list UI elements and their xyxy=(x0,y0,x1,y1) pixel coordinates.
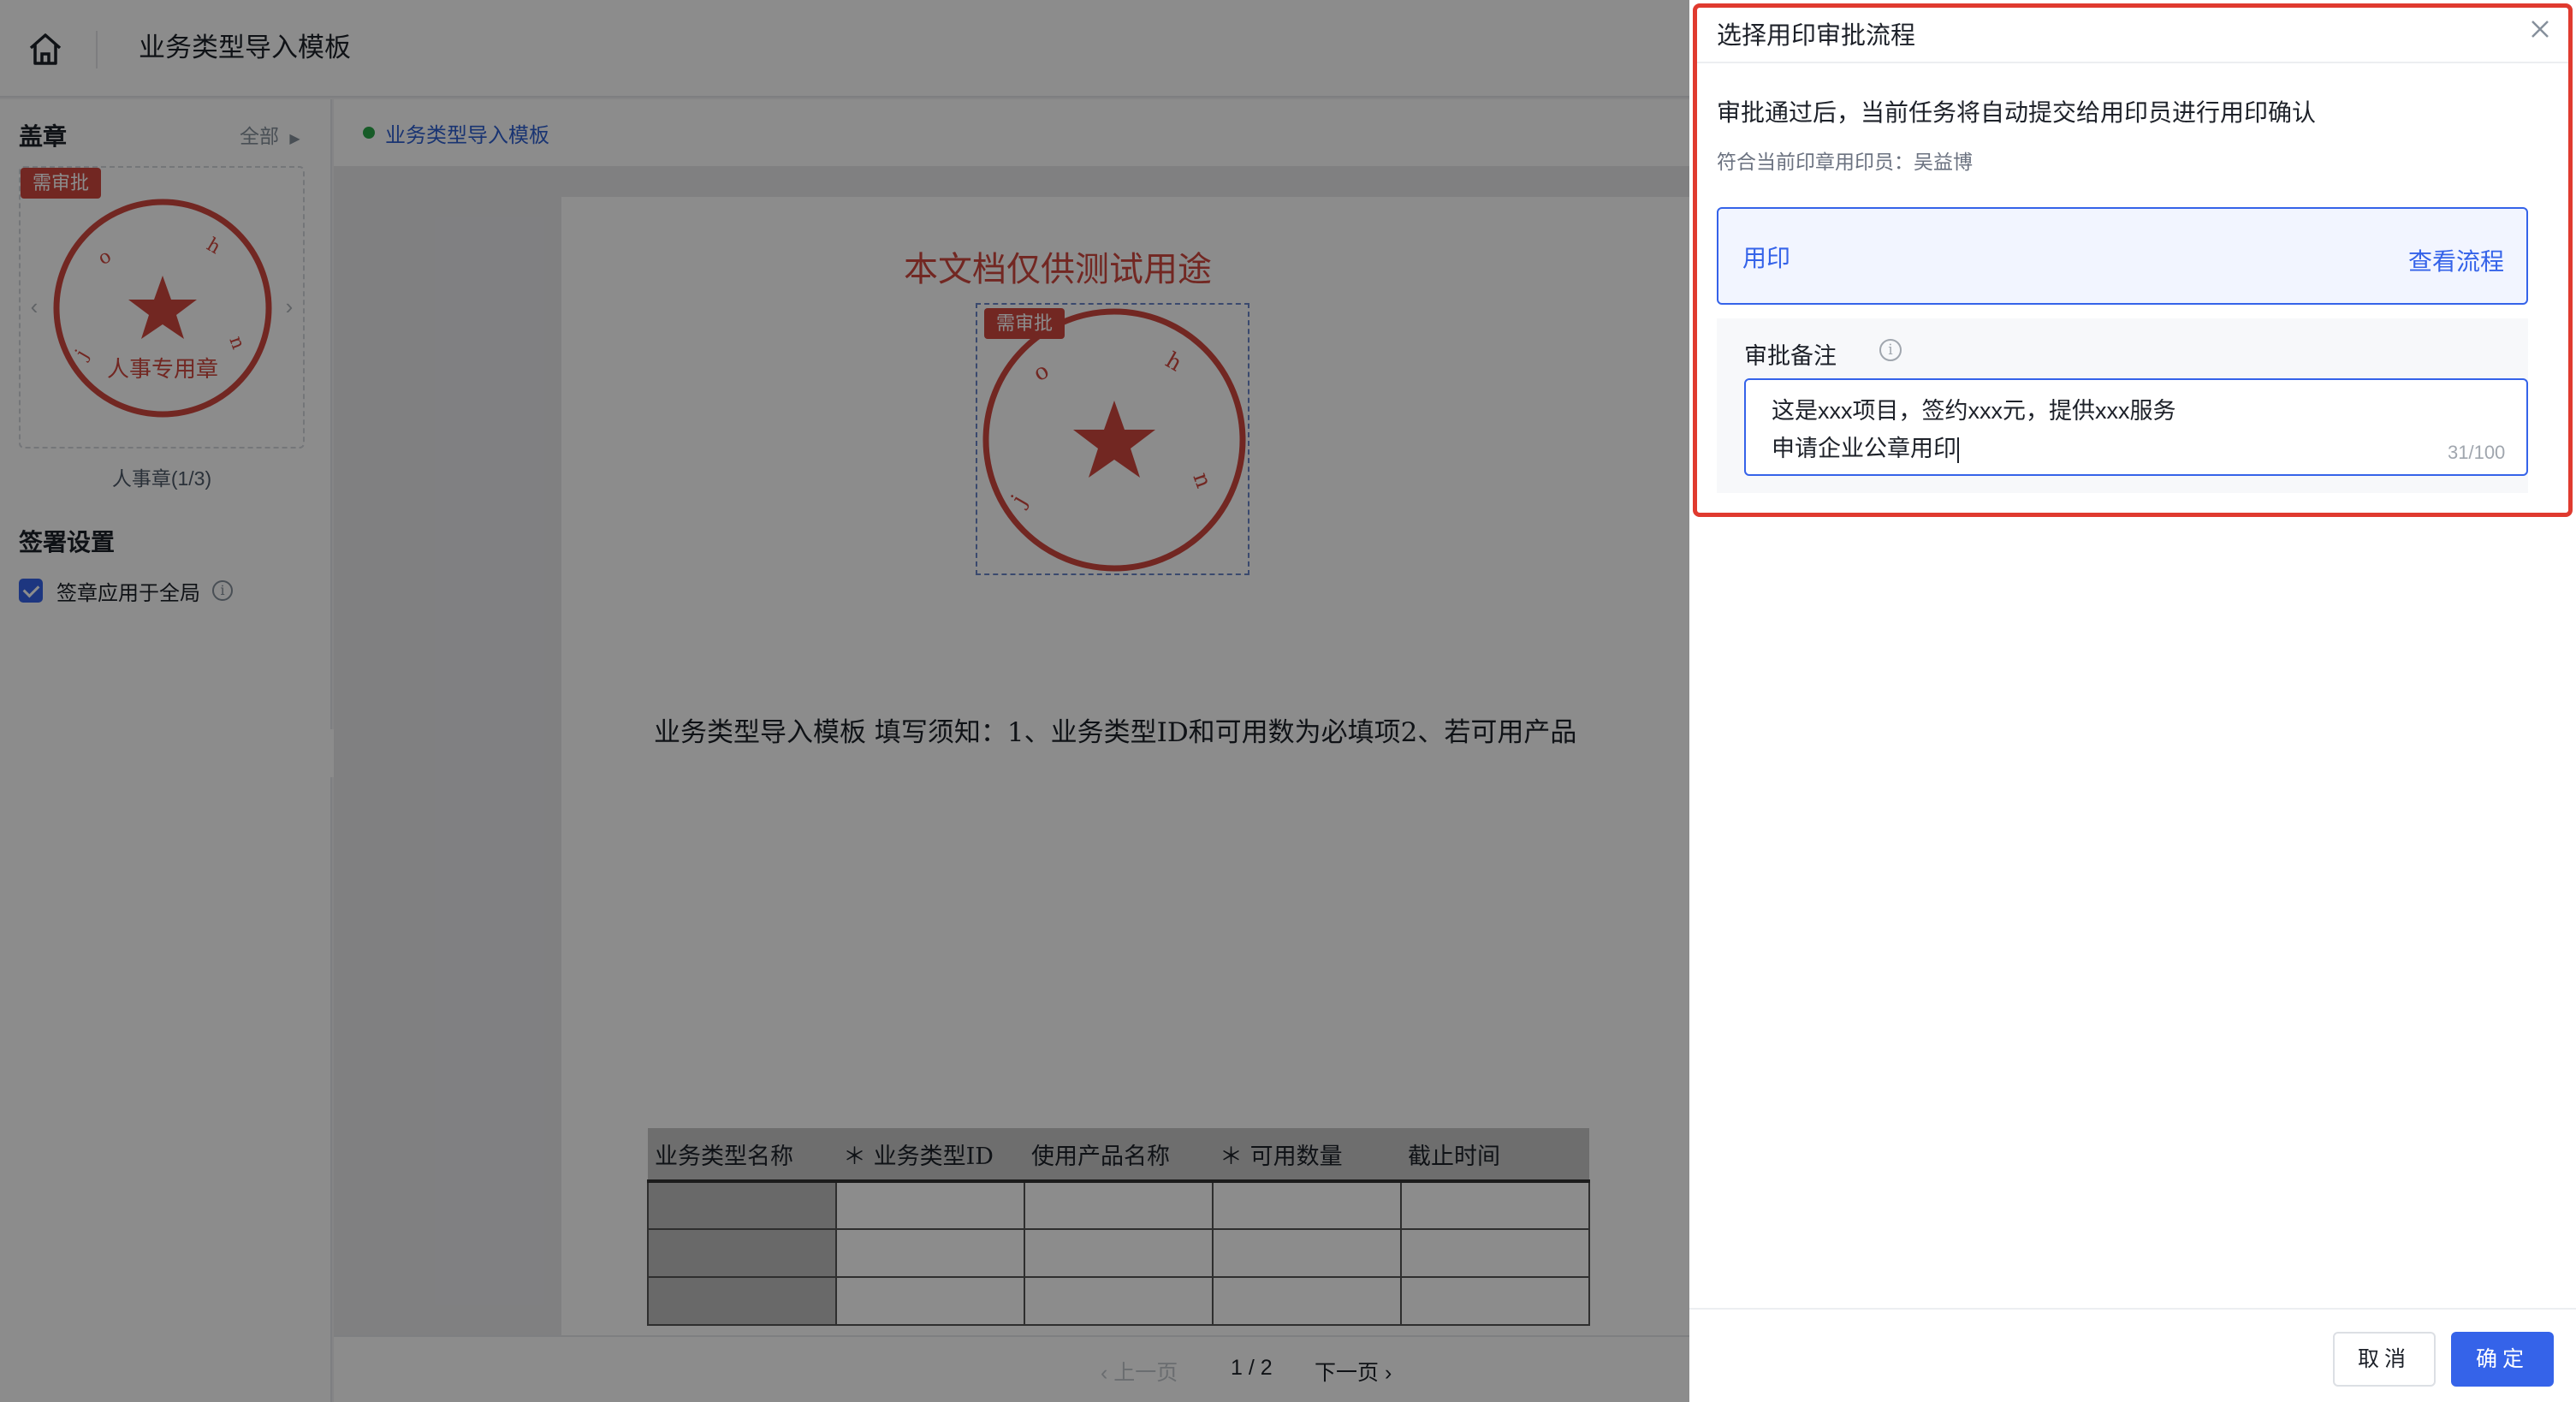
confirm-button[interactable]: 确定 xyxy=(2451,1332,2554,1387)
approval-flow-drawer: 选择用印审批流程 审批通过后，当前任务将自动提交给用印员进行用印确认 符合当前印… xyxy=(1689,0,2576,1402)
highlight-box xyxy=(1693,3,2573,517)
cancel-button[interactable]: 取消 xyxy=(2333,1332,2436,1387)
drawer-footer: 取消 确定 xyxy=(1689,1308,2576,1402)
